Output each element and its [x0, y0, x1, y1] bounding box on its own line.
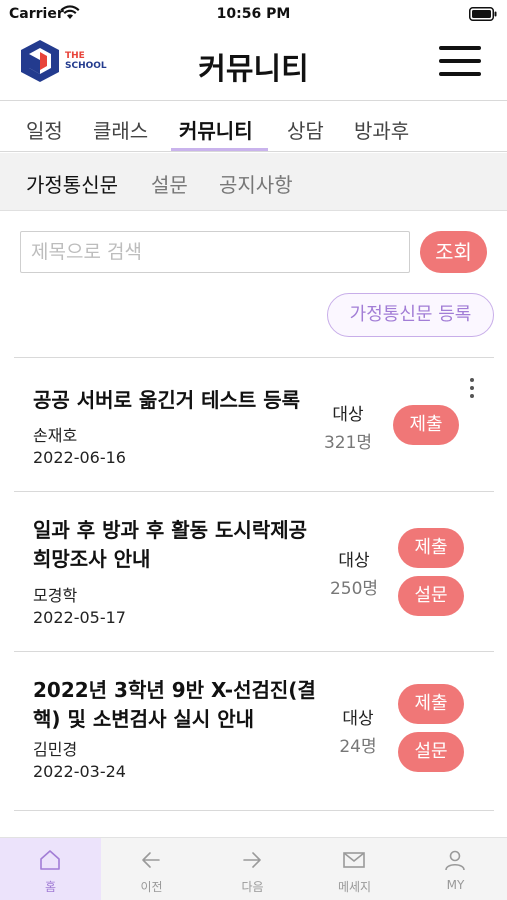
item-date: 2022-03-24 — [33, 762, 126, 781]
item-author: 모경학 — [33, 586, 78, 605]
nav-my[interactable]: MY — [405, 838, 506, 900]
list-item[interactable]: 일과 후 방과 후 활동 도시락제공 희망조사 안내 모경학 2022-05-1… — [14, 491, 494, 651]
more-vertical-icon[interactable] — [466, 378, 478, 402]
tab-class[interactable]: 클래스 — [93, 115, 148, 151]
target-label: 대상 — [342, 709, 374, 729]
tab-schedule[interactable]: 일정 — [26, 115, 63, 151]
target-count: 250명 — [329, 579, 379, 599]
envelope-icon — [343, 852, 365, 868]
item-date: 2022-05-17 — [33, 608, 126, 627]
home-icon — [40, 850, 60, 870]
target-count: 321명 — [323, 433, 373, 453]
target-count: 24명 — [339, 737, 377, 757]
bottom-nav: 홈 이전 다음 메세지 MY — [0, 837, 507, 900]
arrow-left-icon — [142, 852, 160, 868]
nav-label: 이전 — [140, 880, 163, 894]
survey-button[interactable]: 설문 — [398, 732, 464, 772]
search-button[interactable]: 조회 — [420, 231, 487, 273]
nav-back[interactable]: 이전 — [101, 838, 202, 900]
list-item[interactable]: 공공 서버로 옮긴거 테스트 등록 손재호 2022-06-16 대상 321명… — [14, 357, 494, 491]
item-date: 2022-06-16 — [33, 448, 126, 467]
item-author: 손재호 — [33, 426, 78, 445]
subtab-home-letter[interactable]: 가정통신문 — [26, 169, 118, 198]
nav-label: 홈 — [44, 880, 57, 894]
arrow-right-icon — [243, 852, 261, 868]
submit-button[interactable]: 제출 — [398, 528, 464, 568]
tab-counseling[interactable]: 상담 — [287, 115, 324, 151]
register-home-letter-button[interactable]: 가정통신문 등록 — [327, 293, 494, 337]
item-author: 김민경 — [33, 740, 78, 759]
sub-tabs: 가정통신문 설문 공지사항 — [0, 153, 507, 211]
list-item[interactable]: 2022년 3학년 9반 X-선검진(결 핵) 및 소변검사 실시 안내 김민경… — [14, 651, 494, 811]
person-icon — [445, 850, 465, 871]
tab-after-school[interactable]: 방과후 — [354, 115, 409, 151]
target-label: 대상 — [338, 551, 370, 571]
search-input[interactable] — [20, 231, 410, 273]
nav-label: 메세지 — [337, 880, 372, 894]
subtab-notice[interactable]: 공지사항 — [219, 169, 293, 198]
main-tabs: 일정 클래스 커뮤니티 상담 방과후 — [0, 100, 507, 152]
item-title: 2022년 3학년 9반 X-선검진(결 핵) 및 소변검사 실시 안내 — [33, 678, 316, 731]
target-label: 대상 — [332, 405, 364, 425]
status-bar: Carrier 10:56 PM — [0, 0, 507, 28]
nav-messages[interactable]: 메세지 — [304, 838, 405, 900]
status-time: 10:56 PM — [216, 6, 291, 22]
app-header: THE SCHOOL 커뮤니티 — [0, 28, 507, 100]
submit-button[interactable]: 제출 — [398, 684, 464, 724]
page-title: 커뮤니티 — [198, 52, 309, 87]
nav-forward[interactable]: 다음 — [202, 838, 303, 900]
submit-button[interactable]: 제출 — [393, 405, 459, 445]
nav-label: MY — [446, 878, 465, 892]
survey-button[interactable]: 설문 — [398, 576, 464, 616]
hamburger-menu-icon[interactable] — [439, 46, 481, 76]
notice-list: 공공 서버로 옮긴거 테스트 등록 손재호 2022-06-16 대상 321명… — [14, 357, 494, 811]
subtab-survey[interactable]: 설문 — [151, 169, 188, 198]
item-title: 공공 서버로 옮긴거 테스트 등록 — [33, 388, 301, 412]
nav-home[interactable]: 홈 — [0, 838, 101, 900]
nav-label: 다음 — [241, 880, 264, 894]
item-title: 일과 후 방과 후 활동 도시락제공 희망조사 안내 — [33, 518, 308, 571]
battery-icon — [469, 7, 497, 21]
tab-community[interactable]: 커뮤니티 — [171, 115, 268, 151]
